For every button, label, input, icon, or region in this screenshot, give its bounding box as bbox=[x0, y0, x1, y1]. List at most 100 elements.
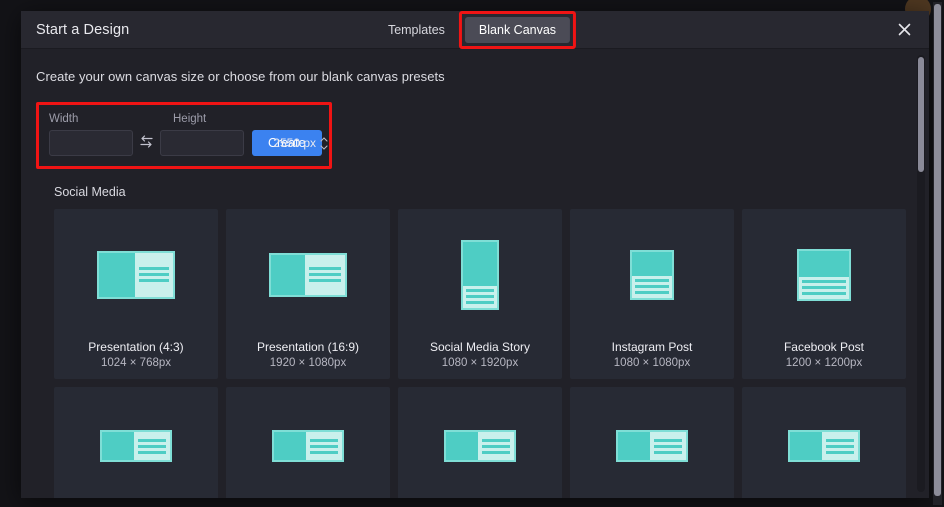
thumbnail-text-lines bbox=[306, 432, 342, 460]
preset-card-size: 1920 × 1080px bbox=[270, 357, 346, 369]
preset-card[interactable] bbox=[54, 387, 218, 498]
dialog-scroll-region: Create your own canvas size or choose fr… bbox=[21, 49, 929, 498]
thumbnail-text-lines bbox=[305, 255, 345, 295]
preset-thumbnail bbox=[272, 430, 344, 462]
preset-card[interactable] bbox=[570, 387, 734, 498]
preset-thumbnail-area bbox=[570, 387, 734, 498]
thumbnail-text-line bbox=[466, 301, 494, 304]
dialog-body: Create your own canvas size or choose fr… bbox=[21, 49, 929, 498]
tab-blank-canvas[interactable]: Blank Canvas bbox=[465, 17, 570, 43]
preset-thumbnail-area bbox=[398, 387, 562, 498]
page-scrollbar-thumb[interactable] bbox=[934, 4, 941, 496]
preset-card-size: 1200 × 1200px bbox=[786, 357, 862, 369]
thumbnail-text-lines bbox=[135, 253, 173, 297]
preset-thumbnail-area bbox=[398, 209, 562, 340]
preset-card[interactable]: Instagram Post1080 × 1080px bbox=[570, 209, 734, 379]
chevron-up-icon[interactable] bbox=[320, 137, 328, 142]
thumbnail-text-line bbox=[139, 273, 169, 276]
thumbnail-text-line bbox=[482, 451, 510, 454]
thumbnail-text-line bbox=[635, 285, 669, 288]
thumbnail-image-block bbox=[790, 432, 822, 460]
thumbnail-text-line bbox=[654, 445, 682, 448]
preset-card-label: Social Media Story bbox=[430, 340, 530, 354]
preset-thumbnail-area bbox=[54, 387, 218, 498]
preset-card[interactable] bbox=[742, 387, 906, 498]
preset-thumbnail bbox=[269, 253, 347, 297]
thumbnail-text-line bbox=[309, 273, 341, 276]
thumbnail-text-lines bbox=[799, 277, 849, 299]
thumbnail-image-block bbox=[632, 252, 672, 276]
height-stepper[interactable] bbox=[320, 131, 331, 155]
thumbnail-image-block bbox=[274, 432, 306, 460]
preset-thumbnail bbox=[788, 430, 860, 462]
height-input[interactable] bbox=[161, 136, 320, 150]
preset-thumbnail-area bbox=[742, 209, 906, 340]
thumbnail-image-block bbox=[618, 432, 650, 460]
preset-card-label: Instagram Post bbox=[612, 340, 693, 354]
thumbnail-text-line bbox=[138, 439, 166, 442]
preset-card[interactable]: Presentation (4:3)1024 × 768px bbox=[54, 209, 218, 379]
height-field[interactable] bbox=[160, 130, 244, 156]
thumbnail-text-line bbox=[802, 286, 846, 289]
preset-thumbnail bbox=[616, 430, 688, 462]
thumbnail-text-line bbox=[482, 445, 510, 448]
thumbnail-image-block bbox=[102, 432, 134, 460]
thumbnail-text-line bbox=[310, 439, 338, 442]
thumbnail-text-line bbox=[466, 289, 494, 292]
thumbnail-text-lines bbox=[134, 432, 170, 460]
thumbnail-text-line bbox=[139, 279, 169, 282]
app-backdrop: Start a Design Templates Blank Canvas Cr… bbox=[0, 0, 944, 507]
thumbnail-text-line bbox=[139, 267, 169, 270]
preset-card[interactable]: Social Media Story1080 × 1920px bbox=[398, 209, 562, 379]
preset-card-label: Facebook Post bbox=[784, 340, 864, 354]
preset-thumbnail bbox=[797, 249, 851, 301]
preset-card-label: Presentation (16:9) bbox=[257, 340, 359, 354]
custom-size-highlight-box: Width Height bbox=[36, 102, 332, 169]
thumbnail-image-block bbox=[799, 251, 849, 277]
thumbnail-image-block bbox=[446, 432, 478, 460]
preset-thumbnail-area bbox=[226, 387, 390, 498]
thumbnail-text-line bbox=[138, 445, 166, 448]
preset-card-grid-row-2 bbox=[54, 387, 903, 498]
dialog-header: Start a Design Templates Blank Canvas bbox=[21, 11, 929, 49]
close-icon bbox=[898, 23, 911, 36]
dialog-subtitle: Create your own canvas size or choose fr… bbox=[36, 69, 903, 84]
width-field[interactable] bbox=[49, 130, 133, 156]
blank-canvas-highlight-box: Blank Canvas bbox=[459, 11, 576, 49]
preset-thumbnail-area bbox=[570, 209, 734, 340]
width-label: Width bbox=[49, 113, 137, 125]
preset-thumbnail bbox=[630, 250, 674, 300]
height-label: Height bbox=[173, 113, 206, 125]
section-title-social-media: Social Media bbox=[54, 185, 903, 199]
dialog-scrollbar-track[interactable] bbox=[917, 55, 925, 492]
size-input-row: Create bbox=[49, 130, 319, 156]
preset-card[interactable]: Facebook Post 1200 × 1200px bbox=[742, 209, 906, 379]
thumbnail-image-block bbox=[99, 253, 135, 297]
thumbnail-text-line bbox=[466, 295, 494, 298]
preset-card-label: Presentation (4:3) bbox=[88, 340, 183, 354]
thumbnail-text-line bbox=[826, 451, 854, 454]
thumbnail-text-line bbox=[802, 280, 846, 283]
preset-card[interactable] bbox=[226, 387, 390, 498]
preset-thumbnail bbox=[444, 430, 516, 462]
dialog-scrollbar-thumb[interactable] bbox=[918, 57, 924, 172]
chevron-down-icon[interactable] bbox=[320, 145, 328, 150]
preset-card[interactable]: Presentation (16:9) 1920 × 1080px bbox=[226, 209, 390, 379]
thumbnail-text-line bbox=[802, 292, 846, 295]
thumbnail-text-line bbox=[309, 267, 341, 270]
thumbnail-text-line bbox=[654, 439, 682, 442]
size-field-labels: Width Height bbox=[49, 113, 319, 125]
preset-card[interactable] bbox=[398, 387, 562, 498]
thumbnail-image-block bbox=[463, 242, 497, 286]
close-button[interactable] bbox=[891, 17, 917, 43]
page-scrollbar-track[interactable] bbox=[933, 2, 942, 505]
thumbnail-text-lines bbox=[632, 276, 672, 298]
preset-thumbnail-area bbox=[742, 387, 906, 498]
thumbnail-text-line bbox=[635, 279, 669, 282]
preset-card-grid: Presentation (4:3)1024 × 768pxPresentati… bbox=[54, 209, 903, 379]
thumbnail-text-line bbox=[826, 439, 854, 442]
thumbnail-text-lines bbox=[478, 432, 514, 460]
tab-templates[interactable]: Templates bbox=[374, 17, 459, 43]
tab-group: Templates Blank Canvas bbox=[374, 17, 576, 43]
thumbnail-text-line bbox=[654, 451, 682, 454]
